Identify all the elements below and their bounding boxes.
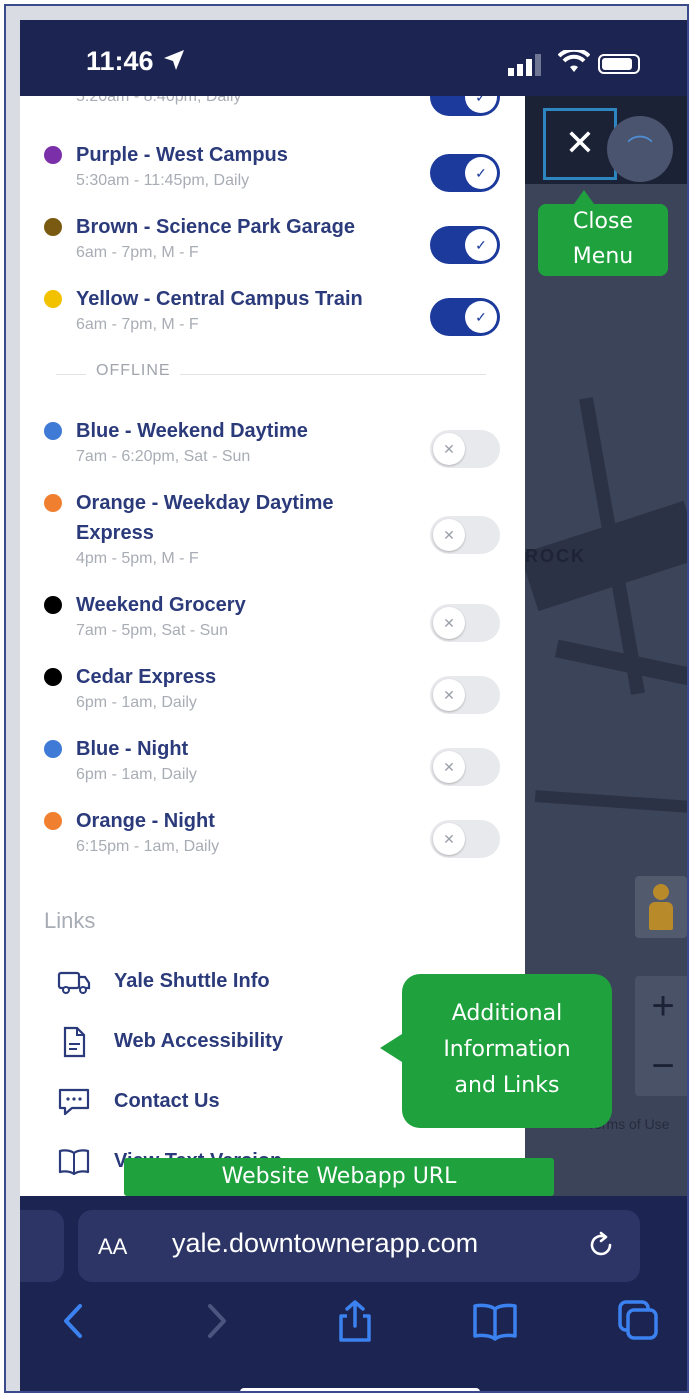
zoom-control: + − bbox=[635, 976, 687, 1096]
route-time: 6am - 7pm, M - F bbox=[76, 316, 199, 333]
route-color-dot bbox=[44, 290, 62, 308]
route-time: 5:30am - 11:45pm, Daily bbox=[76, 172, 250, 189]
callout-text: Additional Information and Links bbox=[443, 1001, 571, 1098]
zoom-out-button[interactable]: − bbox=[635, 1036, 687, 1096]
document-icon bbox=[63, 1026, 86, 1058]
route-toggle[interactable]: ✕ bbox=[430, 516, 500, 554]
x-icon: ✕ bbox=[433, 823, 465, 855]
route-toggle[interactable]: ✕ bbox=[430, 676, 500, 714]
x-icon: ✕ bbox=[433, 519, 465, 551]
route-toggle[interactable]: ✓ bbox=[430, 298, 500, 336]
map-area-label: ROCK bbox=[525, 546, 586, 566]
x-icon: ✕ bbox=[433, 679, 465, 711]
address-bar[interactable]: AA yale.downtownerapp.com bbox=[78, 1210, 640, 1282]
route-time: 6am - 7pm, M - F bbox=[76, 244, 199, 261]
route-color-dot bbox=[44, 422, 62, 440]
links-heading: Links bbox=[44, 908, 96, 933]
webapp-url-callout: Website Webapp URL bbox=[124, 1158, 554, 1210]
route-toggle[interactable]: ✓ bbox=[430, 226, 500, 264]
route-color-dot bbox=[44, 146, 62, 164]
share-icon[interactable] bbox=[330, 1296, 380, 1346]
route-name: Yellow - Central Campus Train bbox=[76, 288, 363, 310]
check-icon: ✓ bbox=[465, 157, 497, 189]
url-text[interactable]: yale.downtownerapp.com bbox=[172, 1228, 478, 1259]
route-toggle[interactable]: ✕ bbox=[430, 430, 500, 468]
callout-text: Close Menu bbox=[572, 209, 634, 269]
route-name: Blue - Weekend Daytime bbox=[76, 420, 308, 442]
route-toggle[interactable]: ✕ bbox=[430, 820, 500, 858]
back-icon[interactable] bbox=[50, 1296, 100, 1346]
route-name: Orange - Night bbox=[76, 810, 215, 832]
route-time: 4pm - 5pm, M - F bbox=[76, 550, 199, 567]
x-icon: ✕ bbox=[433, 433, 465, 465]
chat-icon bbox=[58, 1088, 90, 1116]
route-time: 6:15pm - 1am, Daily bbox=[76, 838, 220, 855]
reader-settings-button[interactable]: AA bbox=[98, 1234, 127, 1260]
forward-icon[interactable] bbox=[190, 1296, 240, 1346]
previous-tab-preview[interactable] bbox=[20, 1210, 64, 1282]
browser-nav bbox=[20, 1296, 687, 1356]
book-icon bbox=[58, 1149, 90, 1176]
browser-toolbar: AA yale.downtownerapp.com bbox=[20, 1196, 687, 1391]
route-time: 7am - 6:20pm, Sat - Sun bbox=[76, 448, 251, 465]
route-color-dot bbox=[44, 218, 62, 236]
route-toggle[interactable]: ✕ bbox=[430, 748, 500, 786]
route-color-dot bbox=[44, 668, 62, 686]
route-color-dot bbox=[44, 740, 62, 758]
x-icon: ✕ bbox=[433, 751, 465, 783]
close-menu-callout: Close Menu bbox=[538, 190, 668, 276]
bookmarks-icon[interactable] bbox=[470, 1296, 520, 1346]
route-name: Brown - Science Park Garage bbox=[76, 216, 356, 238]
map-header: ✕ ⌒ bbox=[525, 96, 687, 184]
link-label: Contact Us bbox=[114, 1090, 220, 1112]
route-color-dot bbox=[44, 596, 62, 614]
location-arrow-icon bbox=[164, 50, 184, 70]
battery-icon bbox=[598, 54, 640, 74]
offline-divider: OFFLINE bbox=[56, 362, 486, 386]
street-view-pegman-icon[interactable] bbox=[635, 876, 687, 938]
check-icon: ✓ bbox=[465, 301, 497, 333]
screenshot-frame: 11:46 ✕ ⌒ ROCK + − Terms of Use 5:20am -… bbox=[4, 4, 689, 1393]
reload-icon[interactable] bbox=[586, 1230, 616, 1260]
route-toggle[interactable]: ✓ bbox=[430, 154, 500, 192]
wifi-icon bbox=[558, 50, 590, 72]
route-name: Orange - Weekday Daytime Express bbox=[76, 492, 334, 544]
home-indicator bbox=[240, 1388, 480, 1391]
route-time: 7am - 5pm, Sat - Sun bbox=[76, 622, 229, 639]
route-color-dot bbox=[44, 812, 62, 830]
tabs-icon[interactable] bbox=[614, 1296, 664, 1346]
x-icon: ✕ bbox=[433, 607, 465, 639]
route-color-dot bbox=[44, 494, 62, 512]
status-bar: 11:46 bbox=[20, 20, 687, 96]
route-name: Blue - Night bbox=[76, 738, 189, 760]
status-time: 11:46 bbox=[86, 46, 154, 76]
route-name: Weekend Grocery bbox=[76, 594, 246, 616]
close-menu-button[interactable]: ✕ bbox=[543, 108, 617, 180]
link-label: Yale Shuttle Info bbox=[114, 970, 270, 992]
route-time: 5:20am - 8:40pm, Daily bbox=[76, 96, 242, 105]
route-time: 6pm - 1am, Daily bbox=[76, 766, 197, 783]
link-label: Web Accessibility bbox=[114, 1030, 283, 1052]
route-name: Purple - West Campus bbox=[76, 144, 288, 166]
app-logo-icon: ⌒ bbox=[607, 116, 673, 182]
additional-links-callout: Additional Information and Links bbox=[380, 974, 612, 1128]
route-toggle[interactable]: ✕ bbox=[430, 604, 500, 642]
route-toggle[interactable]: ✓ bbox=[430, 96, 500, 116]
phone-screen: 11:46 ✕ ⌒ ROCK + − Terms of Use 5:20am -… bbox=[20, 20, 687, 1391]
zoom-in-button[interactable]: + bbox=[635, 976, 687, 1036]
cellular-signal-icon bbox=[508, 54, 541, 76]
check-icon: ✓ bbox=[465, 96, 497, 113]
route-time: 6pm - 1am, Daily bbox=[76, 694, 197, 711]
bus-icon bbox=[57, 971, 91, 994]
offline-label: OFFLINE bbox=[96, 362, 171, 379]
check-icon: ✓ bbox=[465, 229, 497, 261]
route-name: Cedar Express bbox=[76, 666, 217, 688]
